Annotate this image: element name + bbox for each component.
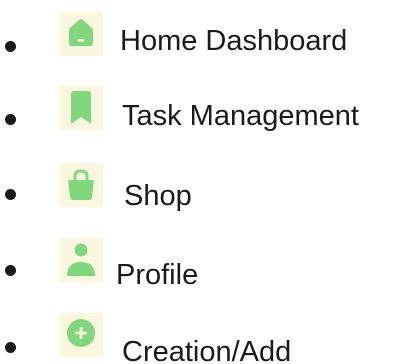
bullet [5, 265, 16, 276]
nav-item-label: Profile [116, 259, 199, 291]
person-icon [59, 238, 103, 282]
nav-item-label: Home Dashboard [120, 25, 348, 57]
bullet [5, 342, 16, 353]
shopping-bag-icon [59, 163, 103, 207]
nav-item-home-dashboard[interactable]: Home Dashboard [0, 12, 402, 68]
home-icon [59, 12, 103, 56]
bullet [5, 41, 16, 52]
nav-item-label: Creation/Add [122, 336, 292, 364]
bullet [5, 114, 16, 125]
nav-list: Home Dashboard Task Management Shop Prof… [0, 0, 402, 364]
bookmark-icon [59, 86, 103, 130]
nav-item-task-management[interactable]: Task Management [0, 86, 402, 142]
nav-item-creation-add[interactable]: Creation/Add [0, 313, 402, 364]
nav-item-shop[interactable]: Shop [0, 163, 402, 219]
bullet [5, 189, 16, 200]
plus-circle-icon [59, 313, 103, 357]
nav-item-label: Task Management [122, 100, 359, 132]
nav-item-label: Shop [124, 180, 192, 212]
nav-item-profile[interactable]: Profile [0, 238, 402, 294]
